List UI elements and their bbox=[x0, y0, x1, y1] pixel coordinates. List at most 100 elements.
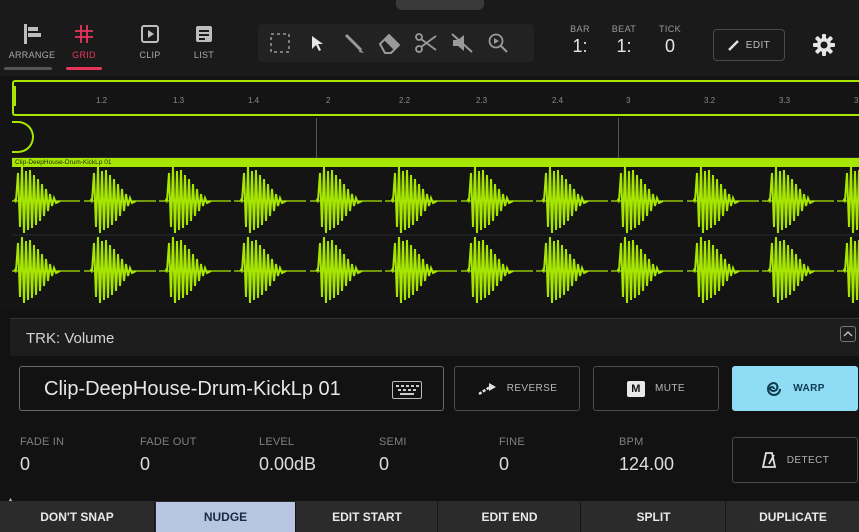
automation-row[interactable] bbox=[12, 118, 859, 158]
fade-out-value: 0 bbox=[140, 454, 151, 474]
ruler-tick: 3.2 bbox=[704, 96, 716, 105]
fade-in-param[interactable]: FADE IN 0 bbox=[20, 436, 64, 475]
tab-clip[interactable]: CLIP bbox=[122, 20, 178, 70]
pointer-icon[interactable] bbox=[300, 24, 336, 62]
nudge-button[interactable]: NUDGE bbox=[156, 502, 296, 532]
warp-icon bbox=[767, 381, 782, 396]
semi-param[interactable]: SEMI 0 bbox=[379, 436, 407, 475]
bar-line bbox=[316, 118, 317, 158]
pencil-small-icon bbox=[727, 40, 739, 51]
edit-tools bbox=[258, 24, 534, 62]
top-toolbar: ARRANGE GRID CLIP LIST BAR 1: BEAT 1: TI… bbox=[0, 0, 859, 76]
level-param[interactable]: LEVEL 0.00dB bbox=[259, 436, 316, 475]
tab-grid[interactable]: GRID bbox=[56, 20, 112, 70]
duplicate-button[interactable]: DUPLICATE bbox=[727, 502, 859, 532]
ruler-tick: 3.3 bbox=[779, 96, 791, 105]
metronome-icon bbox=[761, 452, 776, 468]
bpm-param[interactable]: BPM 124.00 bbox=[619, 436, 674, 475]
fade-out-header: FADE OUT bbox=[140, 436, 197, 448]
top-handle[interactable] bbox=[396, 0, 484, 10]
bpm-header: BPM bbox=[619, 436, 644, 448]
level-value: 0.00dB bbox=[259, 454, 317, 474]
fine-param[interactable]: FINE 0 bbox=[499, 436, 525, 475]
tab-arrange[interactable]: ARRANGE bbox=[4, 20, 60, 70]
scissors-icon[interactable] bbox=[408, 24, 444, 62]
waveform-graphic bbox=[7, 166, 859, 304]
bpm-value: 124.00 bbox=[619, 454, 675, 474]
mute-label: MUTE bbox=[655, 383, 685, 394]
list-icon bbox=[176, 20, 232, 48]
bar-counter[interactable]: BAR 1: bbox=[566, 24, 594, 57]
collapse-button[interactable] bbox=[840, 326, 856, 342]
tab-list-label: LIST bbox=[193, 50, 215, 60]
ruler-tick: 1.3 bbox=[173, 96, 185, 105]
tab-list[interactable]: LIST bbox=[176, 20, 232, 70]
detect-button[interactable]: DETECT bbox=[732, 437, 858, 483]
keyboard-icon[interactable] bbox=[392, 381, 422, 399]
track-param-label: TRK: Volume bbox=[26, 330, 115, 347]
semi-header: SEMI bbox=[379, 436, 407, 448]
chevron-up-icon bbox=[843, 330, 853, 337]
pencil-icon[interactable] bbox=[336, 24, 372, 62]
beat-counter[interactable]: BEAT 1: bbox=[609, 24, 639, 57]
track-param-bar[interactable]: TRK: Volume bbox=[10, 318, 859, 356]
fine-header: FINE bbox=[499, 436, 525, 448]
bottom-action-bar: DON'T SNAP NUDGE EDIT START EDIT END SPL… bbox=[0, 501, 859, 532]
timeline-ruler[interactable]: 1.2 1.3 1.4 2 2.2 2.3 2.4 3 3.2 3.3 3 bbox=[12, 80, 859, 116]
edit-button-label: EDIT bbox=[745, 39, 771, 51]
select-region-icon[interactable] bbox=[262, 24, 298, 62]
clip-header[interactable]: Clip-DeepHouse-Drum-KickLp 01 bbox=[12, 158, 859, 167]
ruler-tick: 1.2 bbox=[96, 96, 108, 105]
bar-line bbox=[618, 118, 619, 158]
fine-value: 0 bbox=[499, 454, 510, 474]
bar-header: BAR bbox=[570, 24, 590, 34]
fade-in-value: 0 bbox=[20, 454, 31, 474]
clip-icon bbox=[122, 20, 178, 48]
mute-tool-icon[interactable] bbox=[444, 24, 480, 62]
ruler-tick: 2.3 bbox=[476, 96, 488, 105]
gear-icon[interactable] bbox=[812, 33, 836, 57]
eraser-icon[interactable] bbox=[372, 24, 408, 62]
bar-value: 1: bbox=[572, 36, 588, 56]
reverse-icon bbox=[478, 382, 496, 395]
zoom-icon[interactable] bbox=[480, 24, 516, 62]
ruler-tick: 2.2 bbox=[399, 96, 411, 105]
tab-arrange-label: ARRANGE bbox=[8, 50, 56, 60]
timeline-area[interactable]: 1.2 1.3 1.4 2 2.2 2.3 2.4 3 3.2 3.3 3 Cl… bbox=[0, 78, 859, 310]
reverse-label: REVERSE bbox=[506, 383, 558, 394]
tab-grid-label: GRID bbox=[72, 50, 96, 60]
clip-name-field[interactable]: Clip-DeepHouse-Drum-KickLp 01 bbox=[19, 366, 444, 411]
mute-button[interactable]: M MUTE bbox=[593, 366, 719, 411]
arrange-icon bbox=[4, 20, 60, 48]
ruler-tick: 2.4 bbox=[552, 96, 564, 105]
grid-icon bbox=[56, 20, 112, 48]
fade-in-header: FADE IN bbox=[20, 436, 65, 448]
warp-button[interactable]: WARP bbox=[732, 366, 858, 411]
beat-value: 1: bbox=[616, 36, 632, 56]
detect-label: DETECT bbox=[786, 454, 830, 466]
semi-value: 0 bbox=[379, 454, 390, 474]
mute-badge: M bbox=[627, 380, 646, 397]
warp-label: WARP bbox=[793, 383, 825, 394]
ruler-tick: 3 bbox=[626, 96, 631, 105]
ruler-tick: 1.4 bbox=[248, 96, 260, 105]
clip-name-text: Clip-DeepHouse-Drum-KickLp 01 bbox=[44, 378, 341, 400]
edit-start-button[interactable]: EDIT START bbox=[297, 502, 438, 532]
dont-snap-button[interactable]: DON'T SNAP bbox=[0, 502, 155, 532]
ruler-tick: 3 bbox=[854, 96, 859, 105]
reverse-button[interactable]: REVERSE bbox=[454, 366, 580, 411]
loop-start-marker[interactable] bbox=[14, 86, 16, 106]
tick-value: 0 bbox=[664, 36, 675, 56]
arrange-underline bbox=[4, 67, 52, 70]
edit-button[interactable]: EDIT bbox=[713, 29, 785, 61]
level-header: LEVEL bbox=[259, 436, 295, 448]
beat-header: BEAT bbox=[611, 24, 637, 34]
split-button[interactable]: SPLIT bbox=[582, 502, 726, 532]
ruler-tick: 2 bbox=[326, 96, 331, 105]
fade-out-param[interactable]: FADE OUT 0 bbox=[140, 436, 197, 475]
tab-clip-label: CLIP bbox=[139, 50, 161, 60]
waveform[interactable] bbox=[7, 166, 859, 307]
tick-header: TICK bbox=[658, 24, 682, 34]
tick-counter[interactable]: TICK 0 bbox=[655, 24, 685, 57]
edit-end-button[interactable]: EDIT END bbox=[439, 502, 581, 532]
